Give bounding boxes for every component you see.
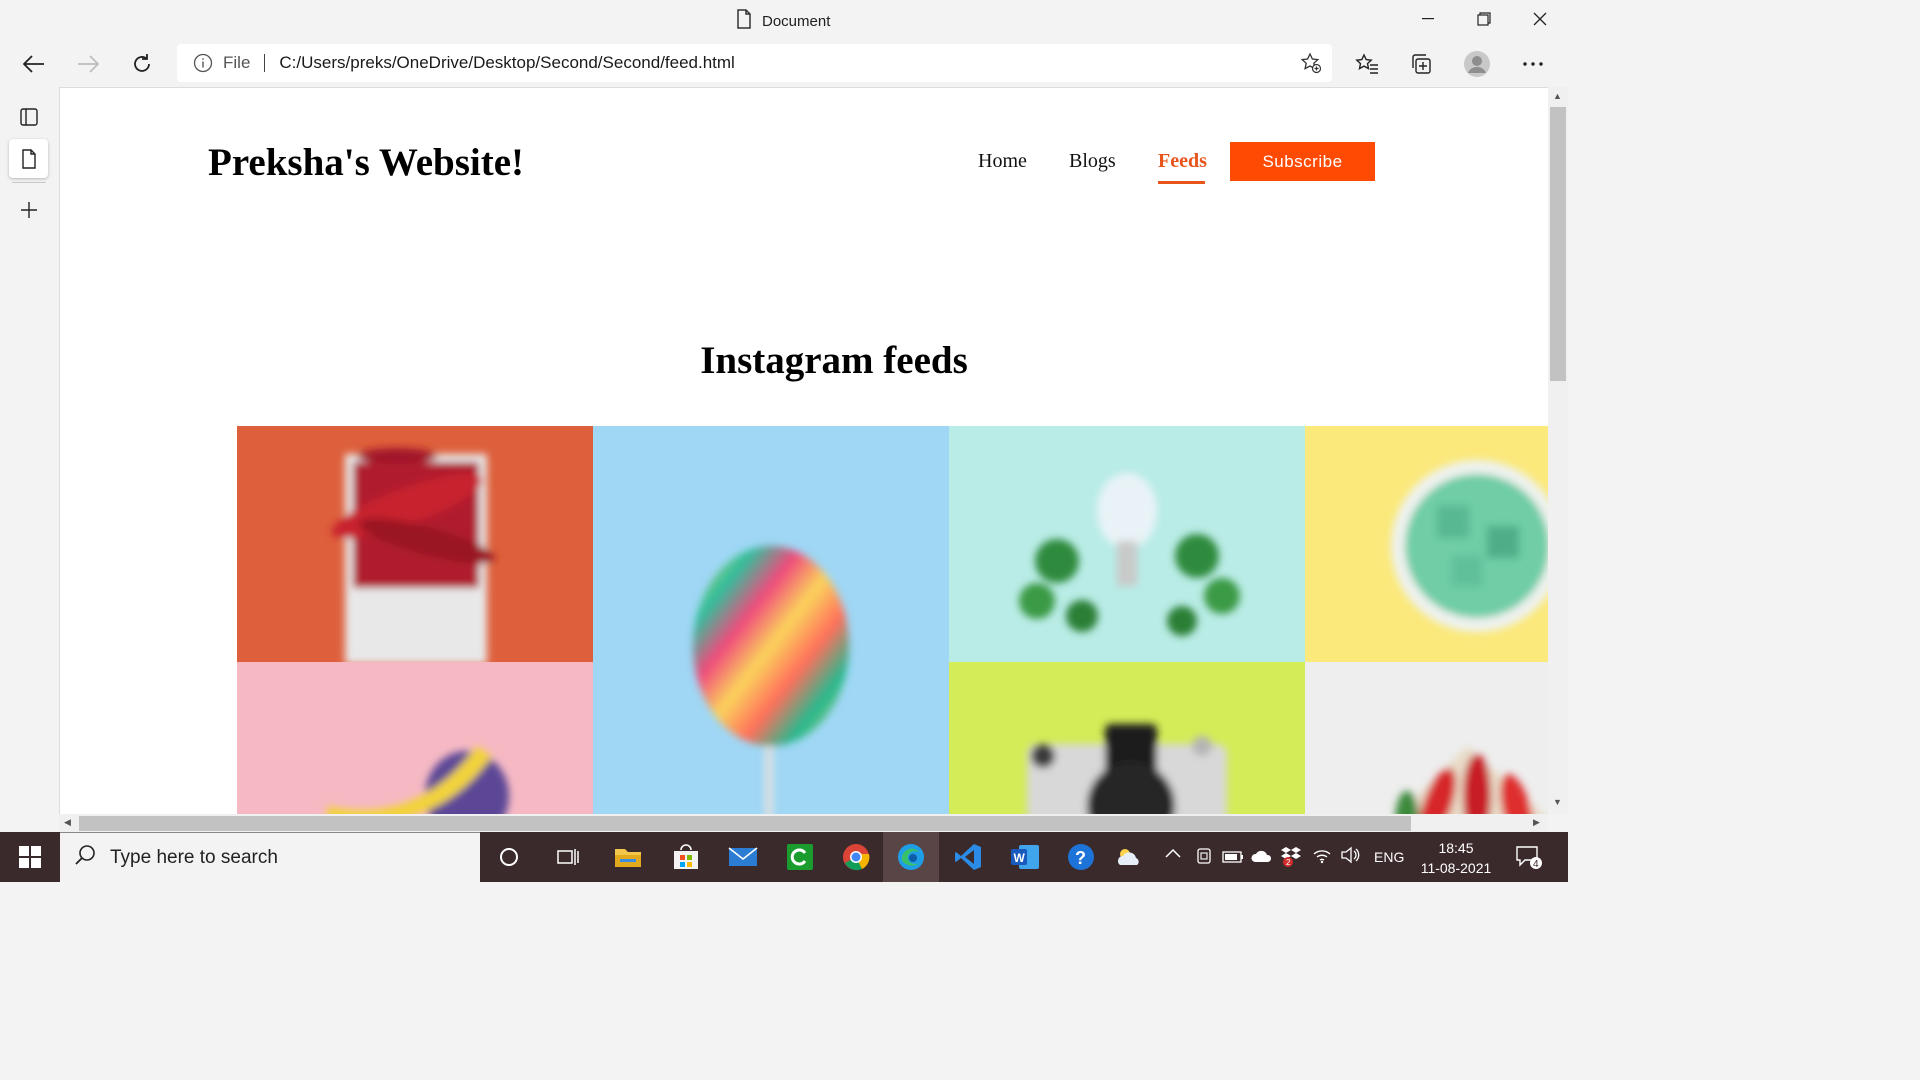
search-placeholder: Type here to search [110, 846, 278, 868]
tab-document[interactable] [9, 139, 48, 178]
feed-image-candy-bowl[interactable] [1305, 426, 1548, 662]
svg-text:?: ? [1075, 848, 1086, 868]
feed-image-camera[interactable] [949, 662, 1305, 814]
svg-text:4: 4 [1533, 859, 1539, 870]
browser-toolbar: File C:/Users/preks/OneDrive/Desktop/Sec… [0, 40, 1568, 86]
more-options-icon[interactable] [1513, 44, 1553, 84]
notifications-icon[interactable]: 4 [1515, 844, 1543, 873]
scroll-up-icon[interactable]: ▲ [1553, 91, 1562, 101]
new-tab-button[interactable] [9, 190, 48, 229]
url-text[interactable]: C:/Users/preks/OneDrive/Desktop/Second/S… [279, 53, 734, 73]
taskbar-search-box[interactable]: Type here to search [60, 832, 480, 882]
feed-image-chillies[interactable] [237, 426, 593, 664]
horizontal-scroll-thumb[interactable] [79, 816, 1411, 831]
onedrive-icon[interactable] [1251, 849, 1273, 866]
add-favorite-icon[interactable] [1300, 52, 1322, 79]
window-title-text: Document [762, 12, 831, 30]
windows-start-icon[interactable] [14, 841, 46, 873]
refresh-button[interactable] [122, 44, 162, 84]
feed-grid-image [237, 426, 1548, 814]
search-icon [74, 844, 96, 871]
back-button[interactable] [14, 44, 54, 84]
system-clock[interactable]: 18:45 11-08-2021 [1418, 838, 1494, 878]
feed-grid [237, 426, 1548, 814]
utorrent-icon[interactable] [784, 841, 816, 873]
sidebar-divider [12, 182, 46, 183]
page-viewport: Preksha's Website! Home Blogs Feeds Subs… [59, 87, 1548, 814]
nav-feeds[interactable]: Feeds [1158, 150, 1207, 173]
collections-icon[interactable] [1401, 44, 1441, 84]
mail-icon[interactable] [727, 841, 759, 873]
document-icon [736, 9, 752, 33]
subscribe-button[interactable]: Subscribe [1230, 142, 1375, 181]
svg-text:W: W [1014, 851, 1026, 865]
scroll-right-icon[interactable]: ▶ [1533, 817, 1540, 828]
minimize-button[interactable] [1400, 0, 1456, 38]
address-bar[interactable]: File C:/Users/preks/OneDrive/Desktop/Sec… [177, 44, 1332, 82]
edge-icon[interactable] [895, 841, 927, 873]
clock-date: 11-08-2021 [1420, 860, 1492, 876]
vertical-scroll-thumb[interactable] [1550, 107, 1566, 381]
feed-image-peppers[interactable] [1305, 662, 1548, 814]
battery-icon[interactable] [1222, 850, 1244, 866]
cortana-icon[interactable] [493, 841, 525, 873]
volume-icon[interactable] [1340, 846, 1360, 867]
nav-active-underline [1158, 181, 1205, 184]
tray-chevron-up-icon[interactable] [1165, 845, 1181, 861]
profile-avatar[interactable] [1457, 44, 1497, 84]
weather-icon[interactable] [1113, 841, 1145, 873]
restore-button[interactable] [1456, 0, 1512, 38]
windows-taskbar: Type here to search W ? 2 ENG 18:45 11-0… [0, 832, 1568, 882]
protocol-label: File [223, 53, 251, 72]
site-title: Preksha's Website! [208, 141, 524, 184]
horizontal-scrollbar[interactable]: ◀ ▶ [59, 814, 1548, 832]
favorites-icon[interactable] [1347, 44, 1387, 84]
window-title: Document [736, 9, 830, 33]
info-icon[interactable] [193, 53, 213, 73]
tray-device-icon[interactable] [1196, 847, 1212, 868]
feed-image-banana[interactable] [237, 662, 593, 814]
tab-actions-icon[interactable] [9, 97, 48, 136]
wifi-icon[interactable] [1312, 846, 1332, 867]
help-icon[interactable]: ? [1065, 841, 1097, 873]
feed-image-lollipop[interactable] [593, 426, 949, 814]
title-bar: Document [0, 0, 1568, 40]
vertical-tabs-sidebar [0, 86, 58, 832]
scroll-down-icon[interactable]: ▼ [1553, 797, 1562, 807]
file-explorer-icon[interactable] [612, 841, 644, 873]
clock-time: 18:45 [1438, 840, 1474, 856]
nav-blogs[interactable]: Blogs [1069, 150, 1116, 173]
svg-text:2: 2 [1286, 858, 1291, 867]
language-indicator[interactable]: ENG [1374, 849, 1404, 865]
close-button[interactable] [1512, 0, 1568, 38]
scroll-left-icon[interactable]: ◀ [64, 817, 71, 828]
address-divider [264, 54, 266, 72]
vertical-scrollbar[interactable]: ▲ ▼ [1548, 87, 1568, 814]
feeds-heading: Instagram feeds [700, 339, 968, 382]
dropbox-icon[interactable]: 2 [1280, 844, 1304, 871]
word-icon[interactable]: W [1009, 841, 1041, 873]
feed-image-bulb[interactable] [949, 426, 1305, 662]
vscode-icon[interactable] [952, 841, 984, 873]
task-view-icon[interactable] [552, 841, 584, 873]
chrome-icon[interactable] [840, 841, 872, 873]
microsoft-store-icon[interactable] [670, 841, 702, 873]
nav-home[interactable]: Home [978, 150, 1027, 173]
forward-button[interactable] [68, 44, 108, 84]
